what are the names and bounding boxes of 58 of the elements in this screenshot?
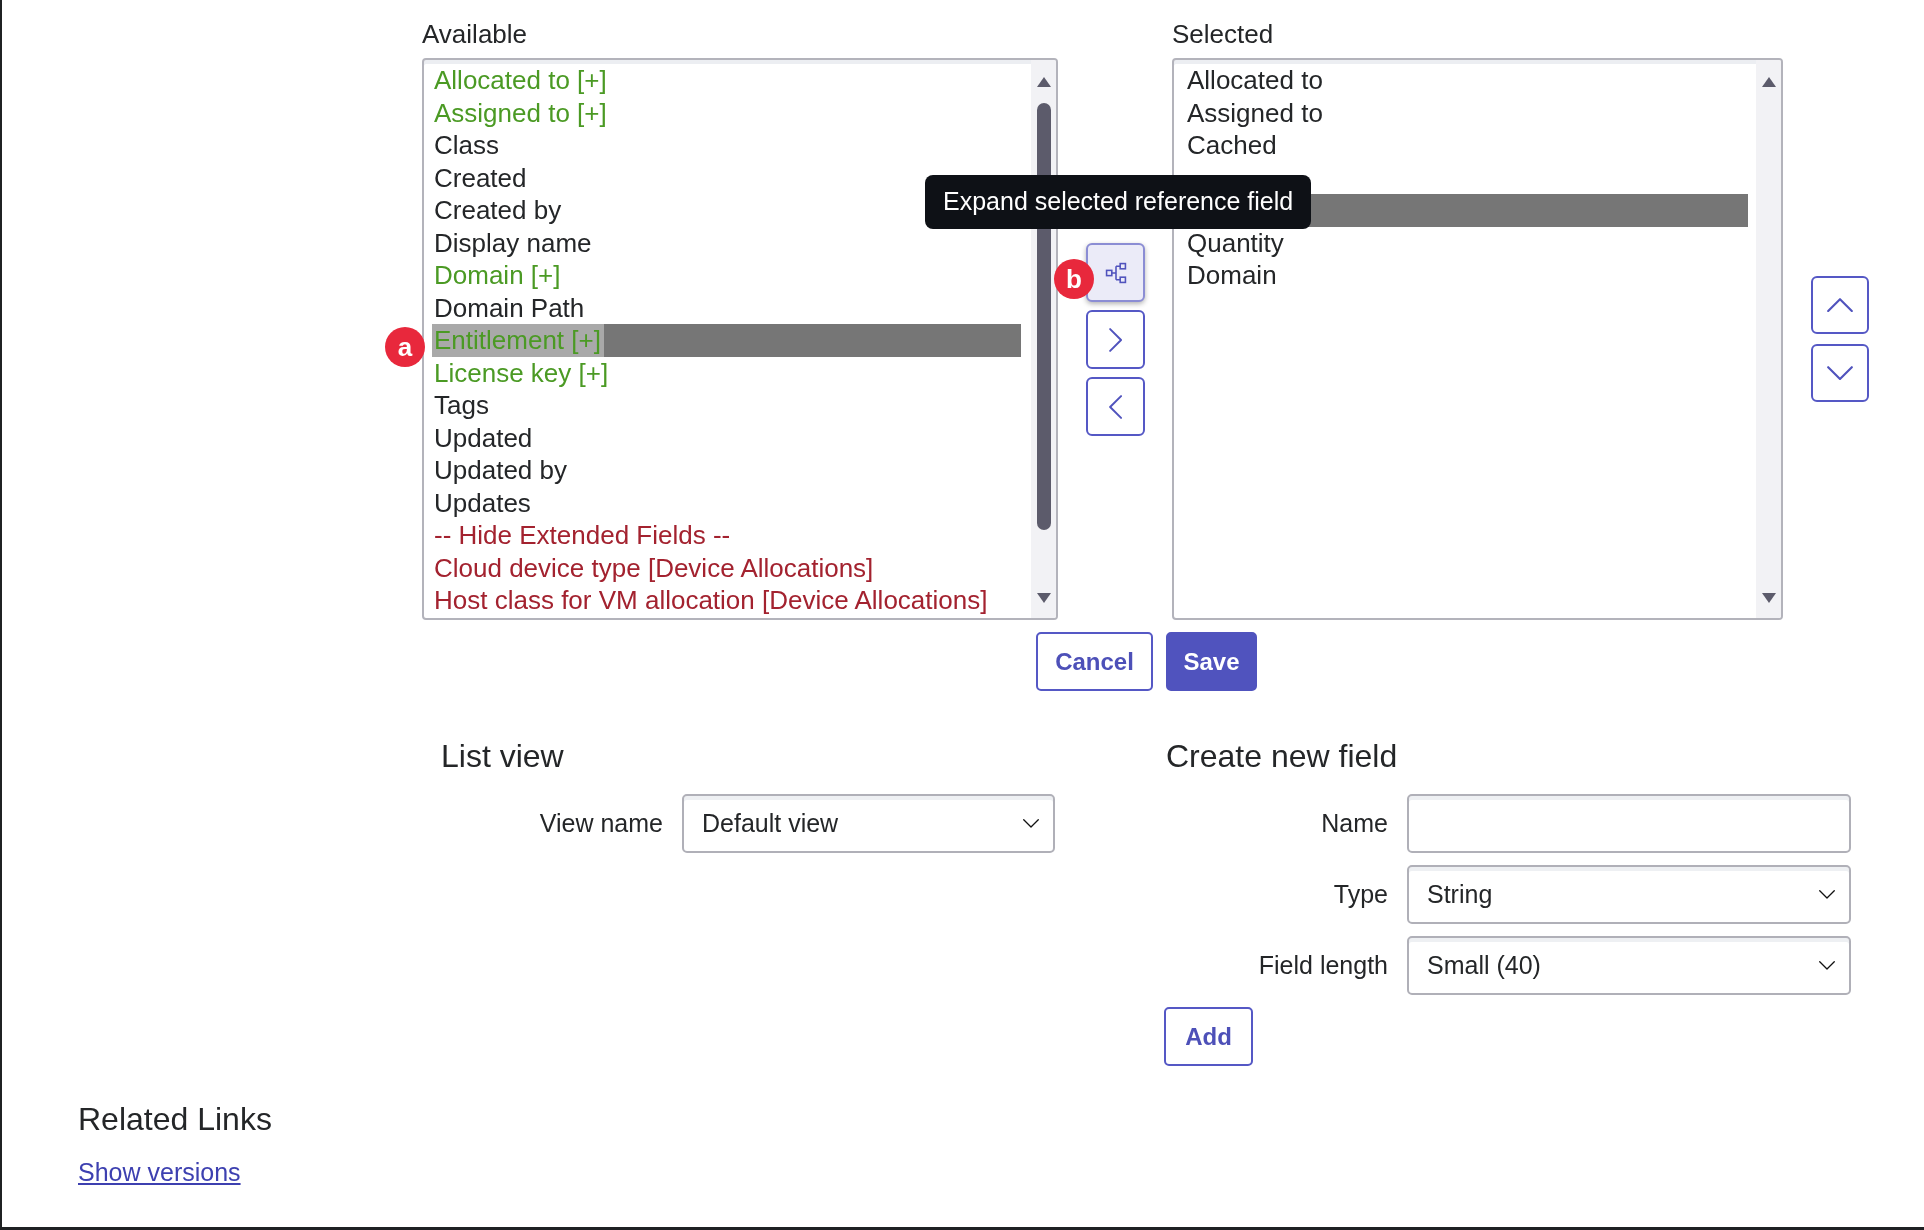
list-option[interactable]: Domain Path bbox=[432, 291, 588, 324]
chevron-down-icon bbox=[1023, 819, 1039, 828]
list-option[interactable]: Assigned to bbox=[1180, 96, 1326, 129]
list-label: Available bbox=[422, 18, 528, 50]
list-option[interactable]: Updated by bbox=[432, 454, 570, 487]
move-left-button[interactable] bbox=[1086, 377, 1145, 436]
list-option[interactable]: Domain [+] bbox=[432, 259, 564, 292]
triangle-up-icon bbox=[1761, 77, 1776, 87]
triangle-down-icon bbox=[1036, 593, 1051, 603]
list-option[interactable]: Cached bbox=[1180, 129, 1280, 162]
list-label: Selected bbox=[1172, 18, 1274, 50]
list-option[interactable]: Assigned to [+] bbox=[432, 96, 610, 129]
list-option[interactable]: License key [+] bbox=[432, 356, 612, 389]
field-label: View name bbox=[539, 807, 663, 839]
list-option[interactable]: Tags bbox=[432, 389, 492, 422]
field-label: Field length bbox=[1258, 949, 1388, 981]
list-option[interactable]: Host class for VM allocation [Device Allocations] bbox=[432, 584, 991, 617]
chevron-down-icon bbox=[1819, 890, 1835, 899]
expand-button[interactable] bbox=[1086, 243, 1145, 302]
link[interactable]: Show versions bbox=[78, 1156, 241, 1188]
list-option[interactable]: Created bbox=[432, 161, 530, 194]
list-option[interactable]: Quantity bbox=[1180, 226, 1287, 259]
triangle-up-icon bbox=[1036, 77, 1051, 87]
chevron-right-icon bbox=[1108, 327, 1123, 352]
dropdown[interactable]: Small (40) bbox=[1407, 936, 1851, 995]
field-label: Name bbox=[1321, 807, 1388, 839]
list-option[interactable]: Class bbox=[432, 129, 502, 162]
list-option[interactable]: -- Hide Extended Fields -- bbox=[432, 519, 734, 552]
list-option[interactable]: Domain bbox=[1180, 259, 1280, 292]
chevron-down-icon bbox=[1827, 365, 1853, 381]
dropdown[interactable]: Default view bbox=[682, 794, 1055, 853]
list-option[interactable]: Allocated to [+] bbox=[432, 64, 610, 97]
field-label: Type bbox=[1333, 878, 1388, 910]
move-up-button[interactable] bbox=[1811, 276, 1869, 334]
list-option[interactable]: Display name bbox=[432, 226, 595, 259]
list-option[interactable]: Created by bbox=[432, 194, 565, 227]
annotation-marker: a bbox=[385, 327, 425, 367]
add-button[interactable]: Add bbox=[1164, 1007, 1253, 1066]
section-heading: Related Links bbox=[78, 1100, 272, 1139]
cancel-button[interactable]: Cancel bbox=[1036, 632, 1153, 691]
section-heading: List view bbox=[441, 737, 564, 776]
move-right-button[interactable] bbox=[1086, 310, 1145, 369]
chevron-left-icon bbox=[1108, 394, 1123, 419]
move-down-button[interactable] bbox=[1811, 344, 1869, 402]
triangle-down-icon bbox=[1761, 593, 1776, 603]
section-heading: Create new field bbox=[1166, 737, 1398, 776]
list-option[interactable]: Allocated to bbox=[1180, 64, 1326, 97]
dropdown[interactable]: String bbox=[1407, 865, 1851, 924]
list-option[interactable]: Updated bbox=[432, 421, 536, 454]
hierarchy-icon bbox=[1104, 261, 1127, 284]
scrollbar[interactable] bbox=[1756, 60, 1781, 618]
save-button[interactable]: Save bbox=[1166, 632, 1257, 691]
text-input[interactable] bbox=[1407, 794, 1851, 853]
tooltip: Expand selected reference field bbox=[925, 175, 1312, 229]
list-option[interactable]: Cloud device type [Device Allocations] bbox=[432, 551, 877, 584]
chevron-down-icon bbox=[1819, 961, 1835, 970]
list-option[interactable]: Updates bbox=[432, 486, 534, 519]
chevron-up-icon bbox=[1827, 297, 1853, 313]
